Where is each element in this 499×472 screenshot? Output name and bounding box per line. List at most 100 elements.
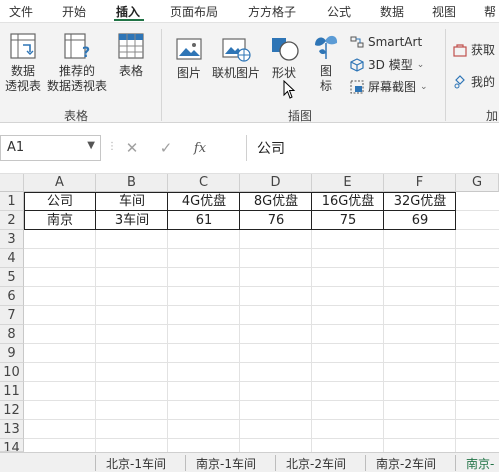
recommended-pivot-button[interactable]: ? 推荐的 数据透视表 [46,31,108,94]
cell-b1[interactable]: 车间 [96,192,168,211]
cell-f2[interactable]: 69 [384,211,456,230]
formula-buttons: ✕ ✓ fx [115,135,245,161]
tab-insert[interactable]: 插入 [116,3,140,20]
cell-f1[interactable]: 32G优盘 [384,192,456,211]
tab-home[interactable]: 开始 [62,3,86,20]
row-header[interactable]: 7 [0,306,24,325]
chevron-down-icon[interactable]: ▼ [87,140,95,151]
table-label: 表格 [118,64,143,78]
row-header[interactable]: 8 [0,325,24,344]
group-separator [161,29,162,121]
online-picture-icon [222,38,251,62]
cell-a2[interactable]: 南京 [24,211,96,230]
pivot-label-1: 数据 [10,64,35,78]
name-box[interactable]: A1 ▼ [0,135,101,161]
get-addins-button[interactable]: 获取 [453,41,495,58]
row-header[interactable]: 11 [0,382,24,401]
tab-separator [365,455,366,471]
tab-separator [95,455,96,471]
row-header[interactable]: 13 [0,420,24,439]
select-all-corner[interactable] [0,174,24,192]
sheet-tab[interactable]: 南京-2车间 [376,455,436,472]
column-header-c[interactable]: C [168,174,240,192]
picture-icon [176,38,202,60]
tab-formulas[interactable]: 公式 [327,3,351,20]
group-separator [445,29,446,121]
formula-input[interactable]: 公司 [246,135,499,161]
grid-lines [24,192,499,452]
icons-label-1: 图 [319,64,332,78]
tab-separator [185,455,186,471]
pictures-button[interactable]: 图片 [172,35,206,81]
row-header[interactable]: 6 [0,287,24,306]
tab-separator [455,455,456,471]
screenshot-icon [350,80,364,93]
shapes-icon [272,38,299,61]
row-header[interactable]: 4 [0,249,24,268]
column-header-g[interactable]: G [456,174,499,192]
formula-bar: A1 ▼ ⋮ ✕ ✓ fx 公司 [0,124,499,174]
shapes-label: 形状 [271,66,296,80]
group-label-addins: 加 [486,109,499,123]
cell-c1[interactable]: 4G优盘 [168,192,240,211]
my-addins-button[interactable]: 我的 [453,73,495,90]
recommended-pivot-label-1: 推荐的 [58,64,95,78]
cell-b2[interactable]: 3车间 [96,211,168,230]
enter-icon[interactable]: ✓ [149,139,183,157]
row-header[interactable]: 3 [0,230,24,249]
row-header[interactable]: 9 [0,344,24,363]
smartart-button[interactable]: SmartArt [350,35,422,49]
row-header[interactable]: 14 [0,439,24,452]
cancel-icon[interactable]: ✕ [115,139,149,157]
smartart-label: SmartArt [368,35,423,49]
online-pictures-button[interactable]: 联机图片 [210,35,262,81]
sheet-tab[interactable]: 北京-2车间 [286,455,346,472]
sheet-tab[interactable]: 南京-1车间 [196,455,256,472]
shapes-button[interactable]: 形状 [266,35,302,81]
recommended-pivot-label-2: 数据透视表 [46,79,107,93]
tab-view[interactable]: 视图 [432,3,456,20]
3d-model-button[interactable]: 3D 模型 ⌄ [350,56,424,73]
cell-a1[interactable]: 公司 [24,192,96,211]
row-header[interactable]: 2 [0,211,24,230]
column-header-d[interactable]: D [240,174,312,192]
column-header-f[interactable]: F [384,174,456,192]
column-header-b[interactable]: B [96,174,168,192]
tab-file[interactable]: 文件 [9,3,33,20]
pivot-table-button[interactable]: 数据 透视表 [4,31,42,94]
sheet-tab[interactable]: 北京-1车间 [106,455,166,472]
cell-d1[interactable]: 8G优盘 [240,192,312,211]
screenshot-button[interactable]: 屏幕截图 ⌄ [350,78,428,95]
table-button[interactable]: 表格 [114,31,148,79]
row-header[interactable]: 1 [0,192,24,211]
addin-icon [454,74,465,88]
ribbon-tab-bar: 文件 开始 插入 页面布局 方方格子 公式 数据 视图 帮 [0,0,499,22]
icons-icon [315,35,338,59]
column-header-e[interactable]: E [312,174,384,192]
cell-c2[interactable]: 61 [168,211,240,230]
tab-help[interactable]: 帮 [484,3,496,20]
cell-e1[interactable]: 16G优盘 [312,192,384,211]
tab-data[interactable]: 数据 [380,3,404,20]
row-header[interactable]: 10 [0,363,24,382]
group-label-tables: 表格 [64,109,89,123]
svg-text:?: ? [82,45,90,61]
sheet-tab-active[interactable]: 南京- [466,455,494,472]
smartart-icon [350,36,364,48]
sheet-tab-bar: 北京-1车间 南京-1车间 北京-2车间 南京-2车间 南京- [0,452,499,472]
cell-d2[interactable]: 76 [240,211,312,230]
tab-fangfang[interactable]: 方方格子 [248,3,296,20]
group-label-illustrations: 插图 [288,109,313,123]
column-header-a[interactable]: A [24,174,96,192]
icons-button[interactable]: 图 标 [309,31,343,94]
tab-page-layout[interactable]: 页面布局 [170,3,218,20]
insert-function-icon[interactable]: fx [183,141,217,156]
recommended-pivot-icon: ? [64,33,90,61]
3d-model-label: 3D 模型 [368,58,413,72]
row-header[interactable]: 5 [0,268,24,287]
cell-e2[interactable]: 75 [312,211,384,230]
my-addins-label: 我的 [471,75,496,89]
pictures-label: 图片 [176,66,201,80]
row-header[interactable]: 12 [0,401,24,420]
name-box-value: A1 [7,140,25,155]
